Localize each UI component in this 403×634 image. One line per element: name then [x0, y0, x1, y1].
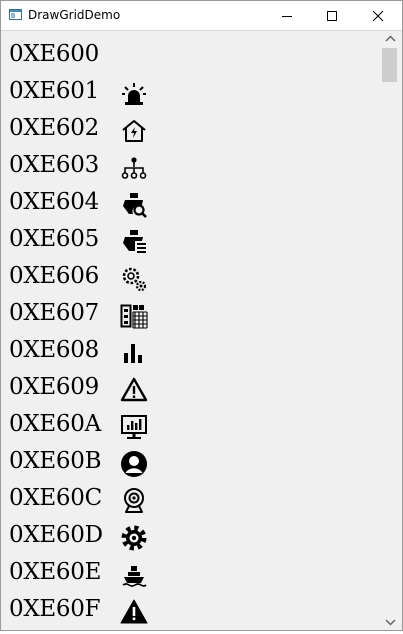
gears-icon: [122, 267, 147, 292]
grid-row[interactable]: 0XE60D: [1, 519, 379, 556]
code-cell: 0XE607: [9, 300, 99, 326]
bar-chart-icon: [124, 344, 142, 363]
code-cell: 0XE609: [9, 374, 99, 400]
grid-row[interactable]: 0XE604: [1, 186, 379, 223]
draw-grid[interactable]: 0XE600 0XE601 0XE602 0XE603 0XE604 0XE60…: [1, 31, 379, 630]
app-icon: [9, 9, 22, 20]
grid-row[interactable]: 0XE601: [1, 75, 379, 112]
grid-row[interactable]: 0XE609: [1, 371, 379, 408]
code-cell: 0XE603: [9, 152, 99, 178]
code-cell: 0XE60E: [9, 559, 102, 585]
ship-icon: [122, 566, 147, 587]
grid-row[interactable]: 0XE605: [1, 223, 379, 260]
maximize-icon: [327, 11, 337, 21]
ship-search-icon: [123, 193, 147, 218]
warning-outline-icon: [120, 377, 148, 402]
grid-row[interactable]: 0XE60A: [1, 408, 379, 445]
building-grid-icon: [120, 304, 148, 329]
grid-row[interactable]: 0XE602: [1, 112, 379, 149]
code-cell: 0XE604: [9, 189, 99, 215]
code-cell: 0XE60F: [9, 596, 101, 622]
hierarchy-icon: [121, 157, 147, 179]
grid-row[interactable]: 0XE60B: [1, 445, 379, 482]
grid-row[interactable]: 0XE60C: [1, 482, 379, 519]
grid-row[interactable]: 0XE607: [1, 297, 379, 334]
maximize-button[interactable]: [309, 1, 355, 30]
alarm-light-icon: [122, 83, 146, 105]
code-cell: 0XE60D: [9, 522, 103, 548]
code-cell: 0XE60C: [9, 485, 102, 511]
warning-solid-icon: [120, 599, 148, 624]
ship-list-icon: [123, 230, 146, 253]
vertical-scrollbar[interactable]: [379, 31, 402, 630]
window-title: DrawGridDemo: [28, 8, 121, 22]
code-cell: 0XE600: [9, 41, 99, 67]
close-button[interactable]: [355, 1, 401, 30]
grid-row[interactable]: 0XE60E: [1, 556, 379, 593]
scrollbar-thumb[interactable]: [382, 48, 397, 82]
grid-row[interactable]: 0XE608: [1, 334, 379, 371]
chevron-up-icon: [385, 35, 396, 42]
monitor-chart-icon: [121, 415, 147, 439]
code-cell: 0XE601: [9, 78, 99, 104]
app-window: DrawGridDemo 0XE600 0XE601 0XE602 0XE603…: [0, 0, 403, 631]
code-cell: 0XE60B: [9, 448, 102, 474]
code-cell: 0XE602: [9, 115, 99, 141]
code-cell: 0XE60A: [9, 411, 101, 437]
minimize-icon: [282, 16, 292, 17]
house-power-icon: [122, 120, 146, 142]
grid-row[interactable]: 0XE603: [1, 149, 379, 186]
minimize-button[interactable]: [264, 1, 310, 30]
grid-row[interactable]: 0XE600: [1, 38, 379, 75]
cog-icon: [121, 525, 147, 551]
chevron-down-icon: [385, 619, 396, 626]
webcam-icon: [124, 488, 144, 513]
scroll-up-button[interactable]: [379, 31, 402, 47]
title-bar[interactable]: DrawGridDemo: [1, 1, 402, 30]
grid-row[interactable]: 0XE606: [1, 260, 379, 297]
grid-row[interactable]: 0XE60F: [1, 593, 379, 630]
scroll-down-button[interactable]: [379, 614, 402, 630]
user-circle-icon: [121, 451, 147, 477]
code-cell: 0XE605: [9, 226, 99, 252]
code-cell: 0XE608: [9, 337, 99, 363]
code-cell: 0XE606: [9, 263, 99, 289]
close-icon: [372, 10, 384, 22]
